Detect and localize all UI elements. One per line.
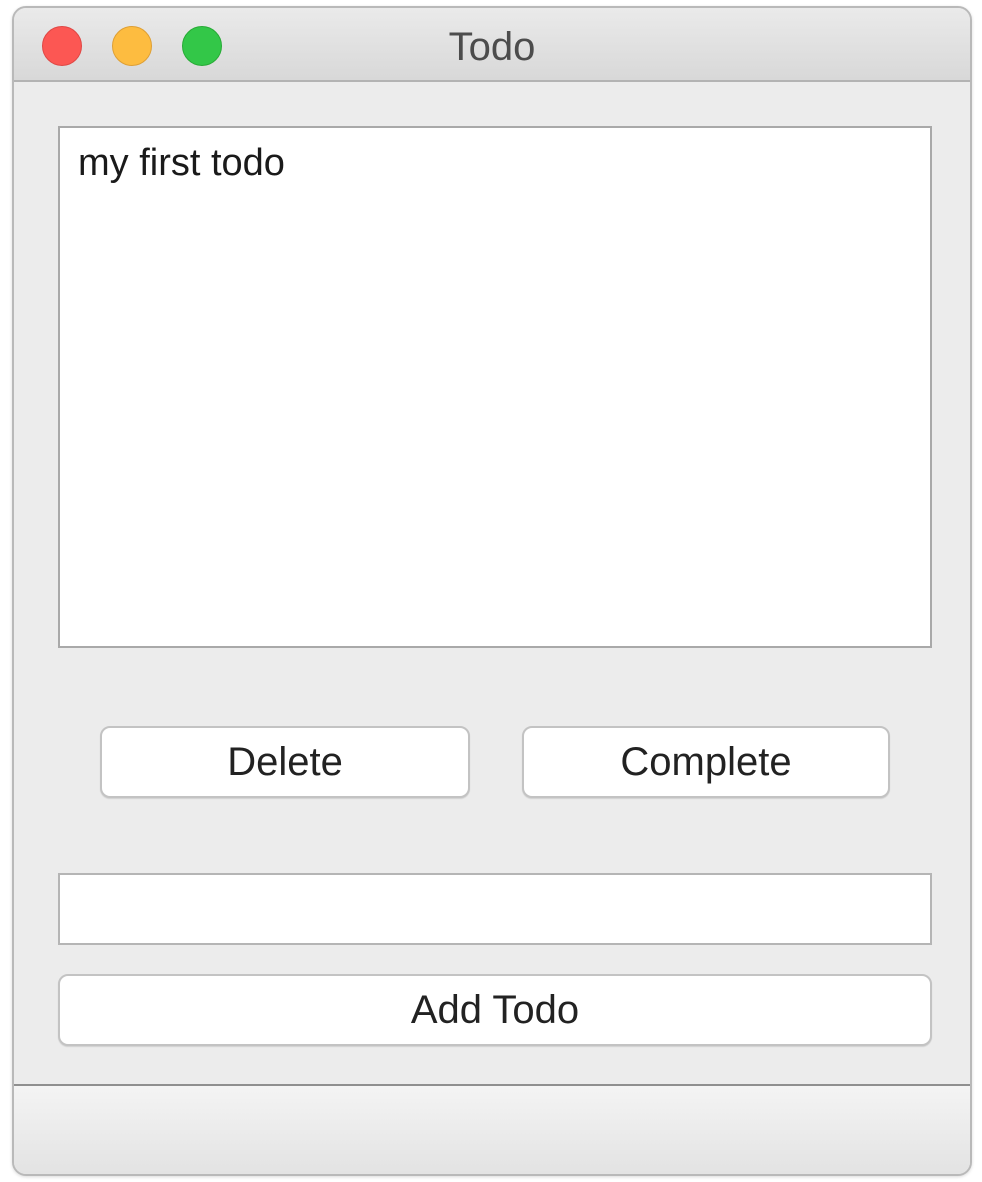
status-bar <box>14 1084 970 1174</box>
title-bar[interactable]: Todo <box>14 8 970 82</box>
todo-window: Todo my first todo Delete Complete Add T… <box>12 6 972 1176</box>
delete-button[interactable]: Delete <box>100 726 470 798</box>
complete-button[interactable]: Complete <box>522 726 890 798</box>
new-todo-input[interactable] <box>58 873 932 945</box>
list-item[interactable]: my first todo <box>78 140 912 186</box>
todo-list[interactable]: my first todo <box>58 126 932 648</box>
add-todo-button[interactable]: Add Todo <box>58 974 932 1046</box>
window-title: Todo <box>448 25 536 69</box>
